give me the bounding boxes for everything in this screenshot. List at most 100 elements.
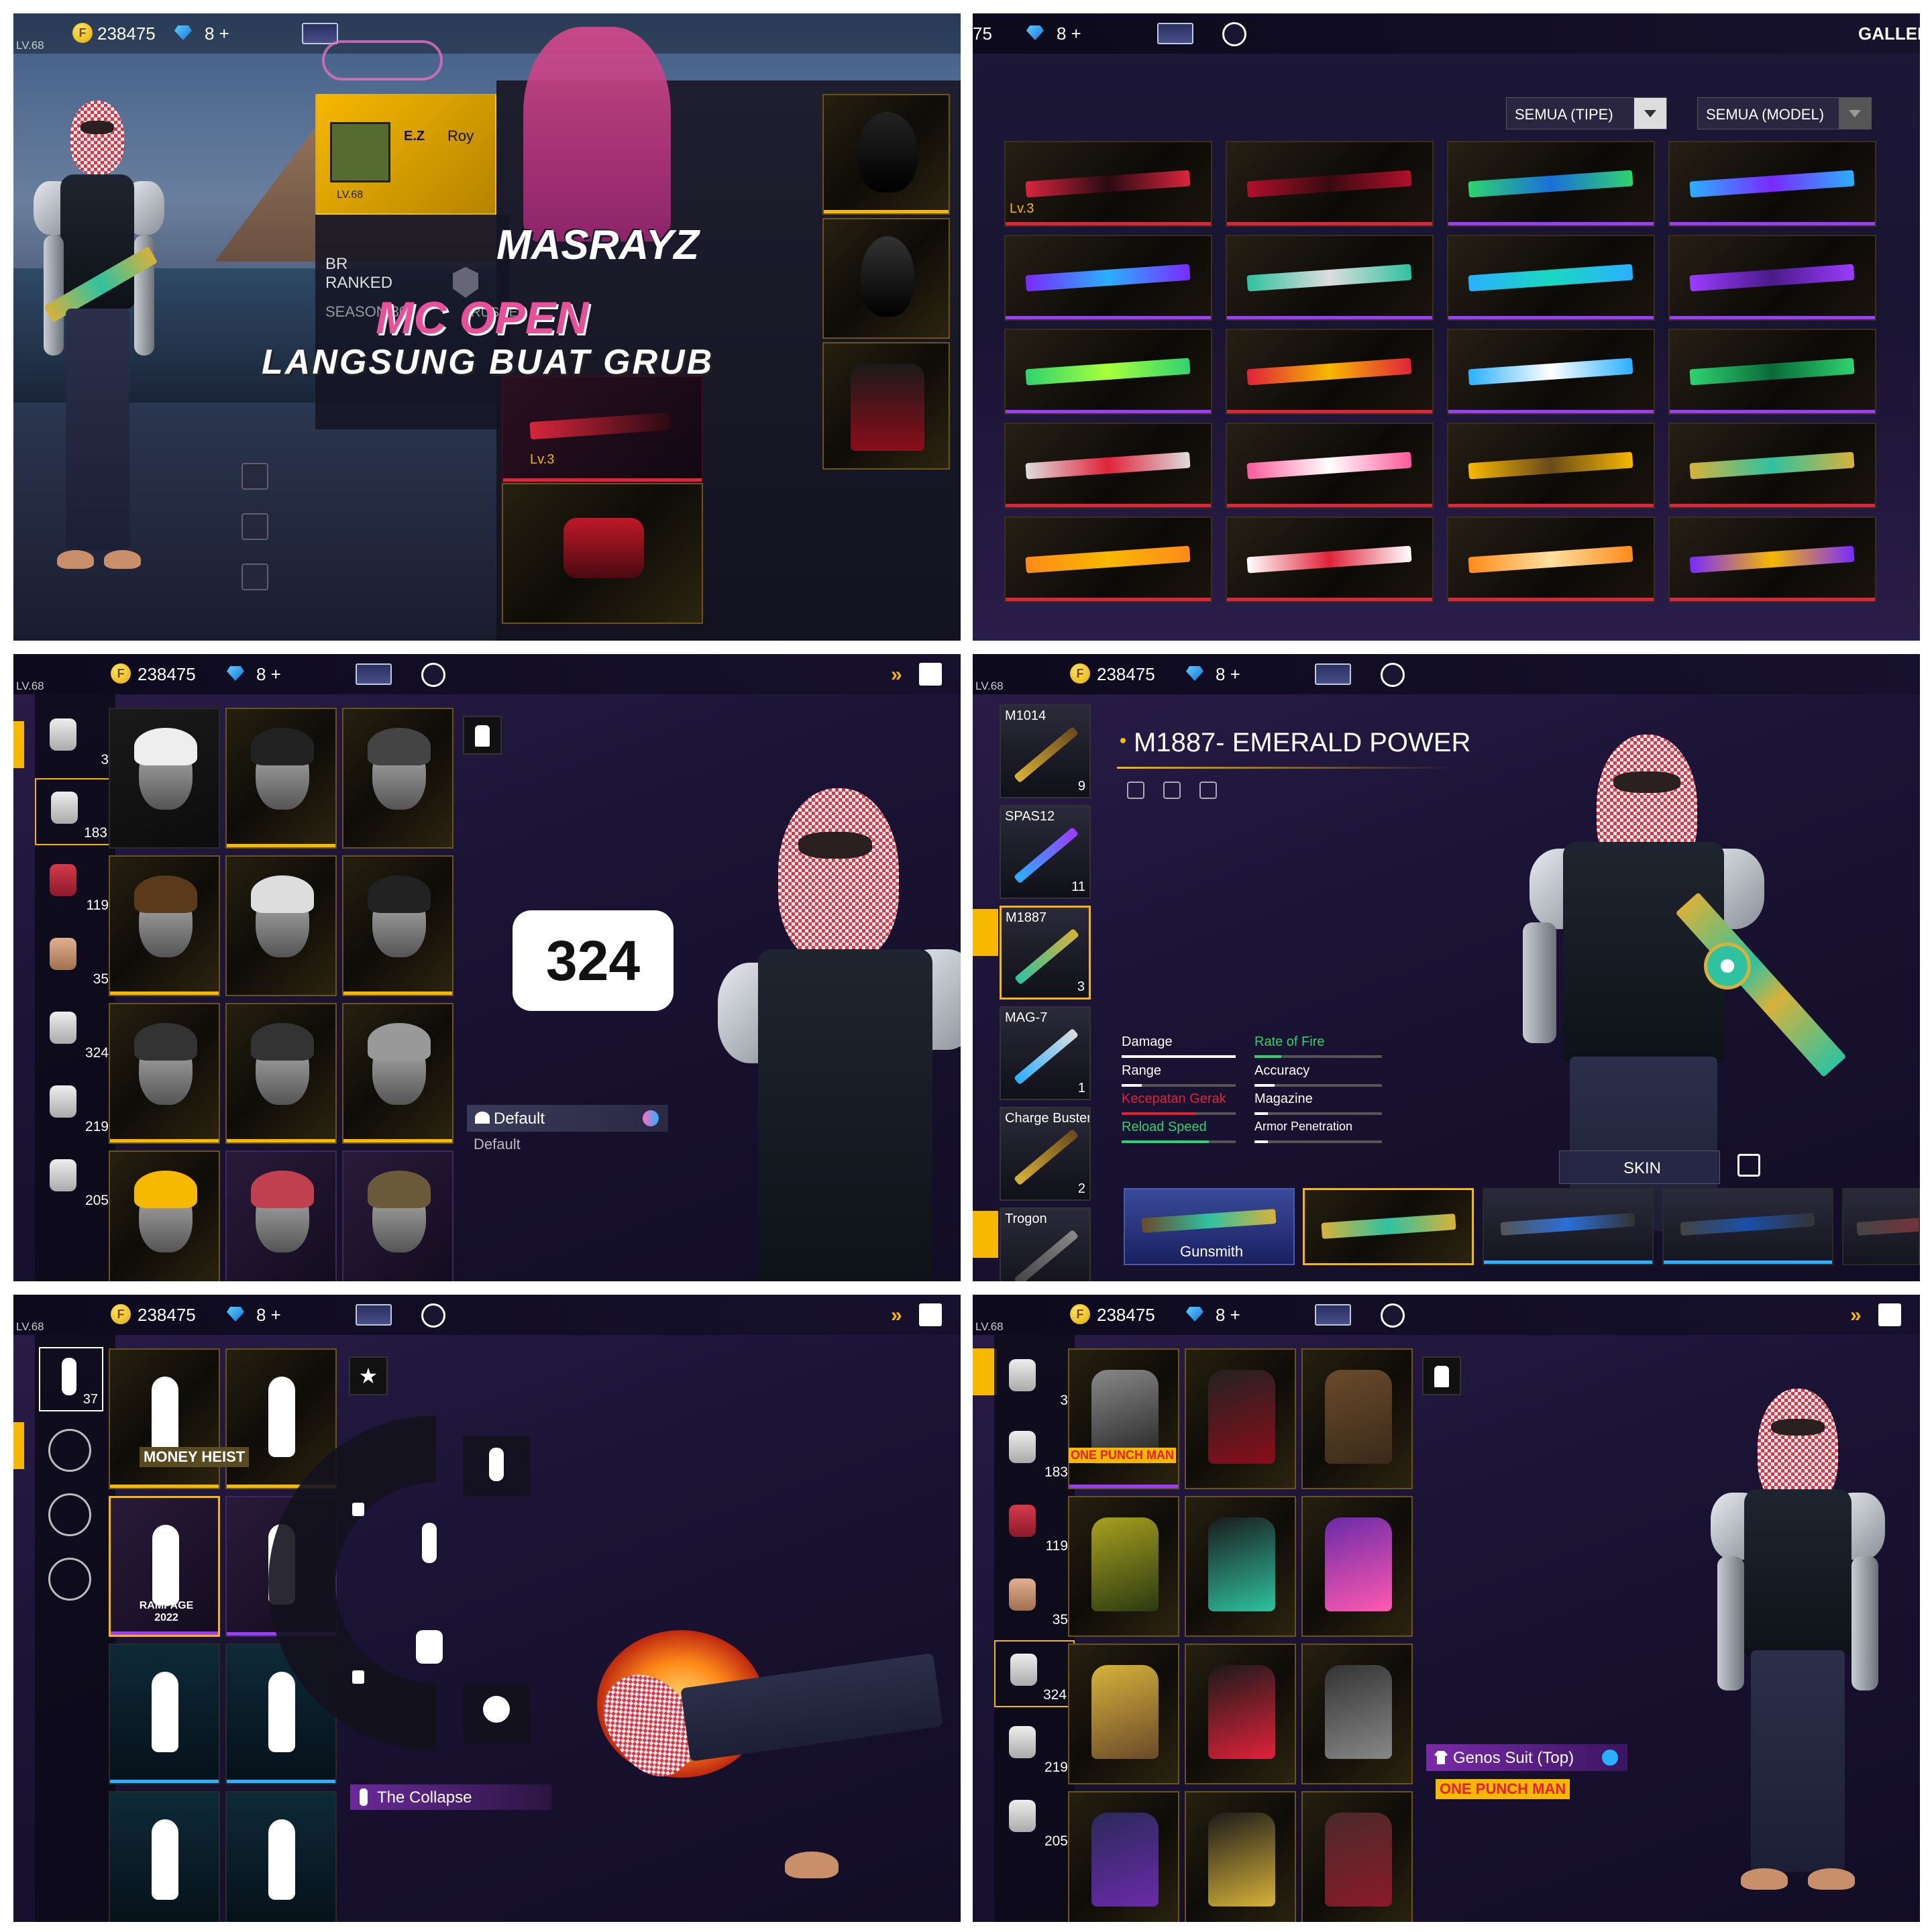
category-item[interactable]: 183 <box>35 778 115 845</box>
attachment-icon[interactable] <box>1163 782 1181 799</box>
gallery-weapon-slot[interactable] <box>1668 329 1876 415</box>
gallery-weapon-slot[interactable] <box>1668 235 1876 321</box>
top-item-slot[interactable] <box>1301 1791 1413 1922</box>
gunsmith-slot[interactable]: Gunsmith <box>1124 1188 1295 1265</box>
wheel-slot[interactable] <box>463 1684 530 1744</box>
inspect-icon[interactable] <box>1737 1154 1760 1177</box>
headwear-item-slot[interactable] <box>225 855 337 996</box>
top-item-slot[interactable] <box>1068 1791 1179 1922</box>
wheel-slot[interactable] <box>396 1503 463 1590</box>
skin-slot[interactable] <box>1662 1188 1833 1265</box>
top-item-slot[interactable] <box>1301 1644 1413 1784</box>
gallery-weapon-slot[interactable] <box>1004 517 1212 602</box>
skin-slot[interactable] <box>1842 1188 1920 1265</box>
gallery-weapon-slot[interactable] <box>1004 423 1212 508</box>
gallery-weapon-slot[interactable] <box>1226 517 1434 602</box>
mask-slot-2[interactable] <box>822 218 950 339</box>
gallery-weapon-slot[interactable] <box>1447 235 1655 321</box>
headwear-item-slot[interactable] <box>109 855 220 996</box>
wheel-slot[interactable] <box>396 1610 463 1697</box>
top-slot[interactable] <box>822 342 950 470</box>
emote-slot[interactable] <box>109 1644 220 1784</box>
gallery-weapon-slot[interactable] <box>1004 141 1212 227</box>
settings-icon[interactable] <box>1381 663 1405 687</box>
category-item[interactable]: 324 <box>994 1640 1075 1707</box>
emote-slot[interactable] <box>225 1791 337 1922</box>
attachment-icon[interactable] <box>1127 782 1144 799</box>
headwear-item-slot[interactable] <box>342 855 453 996</box>
top-item-slot[interactable] <box>1301 1496 1413 1637</box>
top-item-slot[interactable] <box>1068 1496 1179 1637</box>
gallery-weapon-slot[interactable] <box>1226 141 1434 227</box>
settings-icon[interactable] <box>421 663 445 687</box>
favorite-star-icon[interactable]: ★ <box>349 1356 388 1395</box>
top-item-slot[interactable] <box>1185 1496 1296 1637</box>
headwear-item-slot[interactable] <box>225 1150 337 1281</box>
membership-card-icon[interactable] <box>356 663 392 685</box>
weapon-list-item[interactable]: MAG-7 1 <box>1000 1006 1091 1100</box>
category-item[interactable]: 35 <box>35 926 115 993</box>
top-item-slot[interactable] <box>1068 1348 1179 1489</box>
membership-card-icon[interactable] <box>1315 1304 1351 1326</box>
membership-card-icon[interactable] <box>1157 23 1193 44</box>
headwear-item-slot[interactable] <box>342 1150 453 1281</box>
settings-icon[interactable] <box>421 1303 445 1328</box>
settings-icon[interactable] <box>1222 22 1246 46</box>
forward-arrows-icon[interactable]: » <box>891 663 902 686</box>
gallery-weapon-slot[interactable] <box>1668 517 1876 602</box>
filter-type-dropdown[interactable]: SEMUA (TIPE) <box>1506 97 1667 129</box>
category-item[interactable]: 119 <box>35 852 115 919</box>
exit-icon[interactable] <box>1878 1303 1901 1326</box>
weapon-slot[interactable]: Lv.3 <box>502 376 703 483</box>
weapon-list-item[interactable]: M1887 3 <box>1000 906 1091 1000</box>
top-item-slot[interactable] <box>1068 1644 1179 1784</box>
skin-slot[interactable] <box>1483 1188 1654 1265</box>
skin-tab[interactable]: SKIN <box>1559 1150 1720 1184</box>
weapon-list-item[interactable]: SPAS12 11 <box>1000 805 1091 899</box>
headwear-item-slot[interactable] <box>342 708 453 849</box>
attachment-icon[interactable] <box>1199 782 1217 799</box>
emote-category-icon[interactable] <box>48 1493 91 1536</box>
top-item-slot[interactable] <box>1301 1348 1413 1489</box>
headwear-item-slot[interactable] <box>109 708 220 849</box>
category-item[interactable]: 219 <box>994 1714 1075 1781</box>
weapon-list-item[interactable]: Charge Buster 2 <box>1000 1107 1091 1201</box>
headwear-item-slot[interactable] <box>342 1003 453 1144</box>
head-slot[interactable] <box>822 94 950 215</box>
headwear-item-slot[interactable] <box>225 708 337 849</box>
membership-card-icon[interactable] <box>356 1304 392 1326</box>
profile-card[interactable]: LV.68 E.Z Roy <box>315 94 496 215</box>
wheel-slot[interactable] <box>463 1436 530 1496</box>
gallery-weapon-slot[interactable] <box>1447 329 1655 415</box>
forward-arrows-icon[interactable]: » <box>891 1304 902 1327</box>
category-item[interactable]: 35 <box>994 1566 1075 1633</box>
exit-icon[interactable] <box>919 663 942 686</box>
category-item[interactable]: 183 <box>994 1419 1075 1486</box>
gallery-weapon-slot[interactable] <box>1668 141 1876 227</box>
emote-category-selected[interactable]: 37 <box>39 1347 103 1411</box>
rotate-icon[interactable] <box>241 564 268 590</box>
forward-arrows-icon[interactable]: » <box>1850 1304 1862 1327</box>
skin-slot-selected[interactable] <box>1303 1188 1474 1265</box>
category-item[interactable]: 119 <box>994 1493 1075 1560</box>
category-item[interactable]: 205 <box>35 1147 115 1214</box>
top-item-slot[interactable] <box>1185 1791 1296 1922</box>
outfit-preview-icon[interactable] <box>1422 1356 1461 1395</box>
weapon-list-item[interactable]: M1014 9 <box>1000 704 1091 798</box>
filter-model-dropdown[interactable]: SEMUA (MODEL) <box>1697 97 1872 129</box>
gallery-weapon-slot[interactable] <box>1226 329 1434 415</box>
mask-slot[interactable] <box>502 483 703 624</box>
headwear-item-slot[interactable] <box>109 1150 220 1281</box>
gallery-weapon-slot[interactable] <box>1447 517 1655 602</box>
emote-slot[interactable] <box>109 1348 220 1489</box>
category-item[interactable]: 3 <box>35 706 115 773</box>
membership-card-icon[interactable] <box>1315 663 1351 685</box>
headwear-item-slot[interactable] <box>225 1003 337 1144</box>
emote-slot[interactable] <box>109 1791 220 1922</box>
share-icon[interactable] <box>241 513 268 540</box>
category-item[interactable]: 205 <box>994 1788 1075 1855</box>
weapon-list-item[interactable]: Trogon <box>1000 1208 1091 1281</box>
gallery-weapon-slot[interactable] <box>1004 329 1212 415</box>
gallery-weapon-slot[interactable] <box>1226 235 1434 321</box>
category-item[interactable]: 3 <box>994 1347 1075 1414</box>
